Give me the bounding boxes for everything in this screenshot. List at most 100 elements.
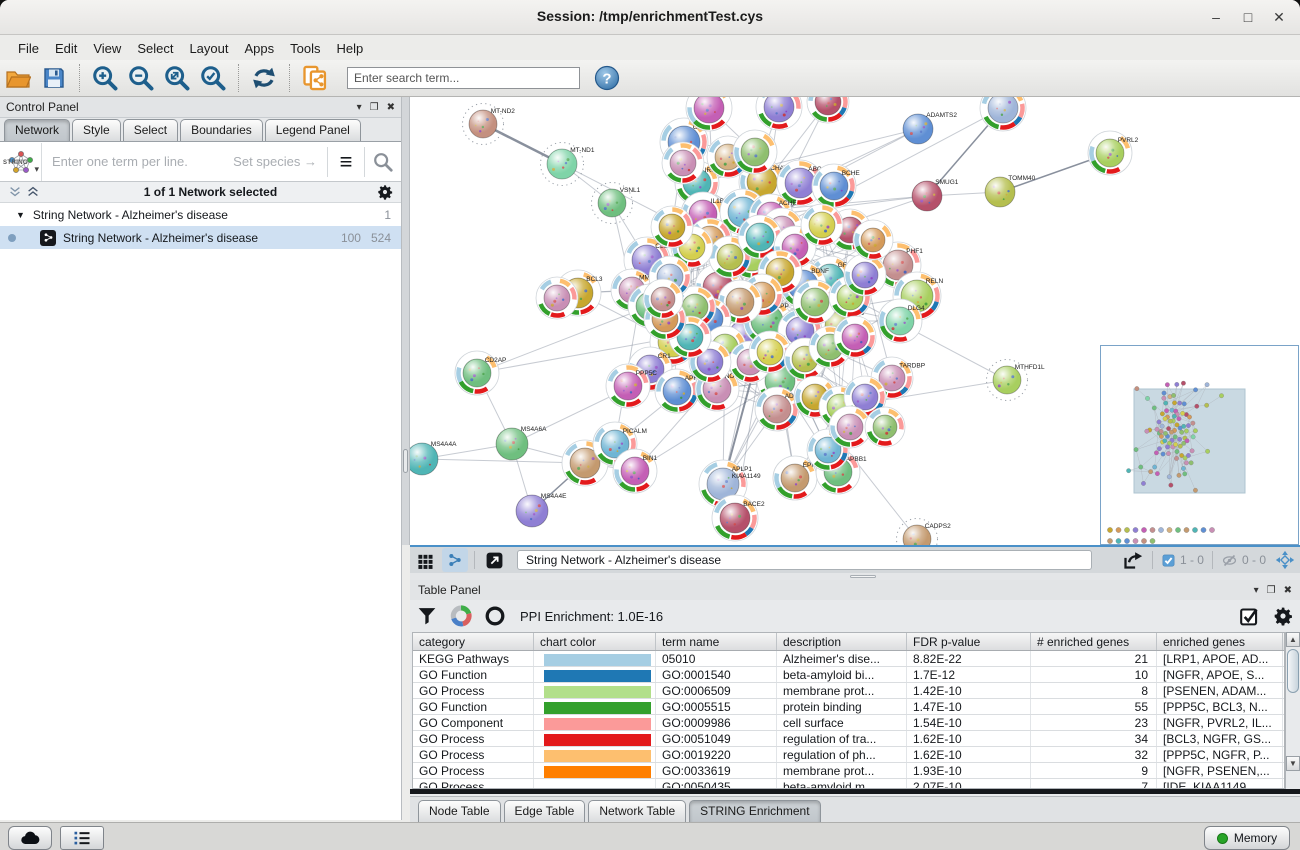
table-scrollbar[interactable]: ▲ ▼ bbox=[1285, 632, 1300, 789]
network-node-bin1[interactable]: BIN1 bbox=[613, 449, 658, 493]
birdseye-overview-panel[interactable] bbox=[1100, 345, 1299, 545]
scroll-up-button[interactable]: ▲ bbox=[1286, 632, 1300, 647]
menu-view[interactable]: View bbox=[85, 39, 129, 58]
memory-button[interactable]: Memory bbox=[1204, 826, 1290, 850]
table-row[interactable]: GO ProcessGO:0033619membrane prot...1.93… bbox=[413, 763, 1284, 779]
network-node[interactable] bbox=[643, 279, 683, 319]
close-button[interactable]: ✕ bbox=[1267, 7, 1291, 27]
panel-close-icon[interactable]: ✖ bbox=[1284, 585, 1292, 596]
network-node-mt-nd2[interactable]: MT-ND2 bbox=[463, 104, 516, 145]
network-node-tomm40[interactable]: TOMM40 bbox=[985, 175, 1036, 207]
draw-charts-button[interactable] bbox=[444, 603, 478, 629]
refresh-button[interactable] bbox=[249, 63, 279, 93]
tab-edge-table[interactable]: Edge Table bbox=[504, 800, 586, 822]
table-row[interactable]: GO FunctionGO:0005515protein binding1.47… bbox=[413, 699, 1284, 715]
save-session-button[interactable] bbox=[39, 63, 69, 93]
open-session-button[interactable] bbox=[3, 63, 33, 93]
network-node-vsnl1[interactable]: VSNL1 bbox=[592, 183, 641, 224]
column-header-chart-color[interactable]: chart color bbox=[534, 633, 656, 650]
network-node-ms4a4e[interactable]: MS4A4E bbox=[516, 493, 567, 527]
reset-charts-button[interactable] bbox=[478, 603, 512, 629]
task-history-button[interactable] bbox=[60, 826, 104, 850]
panel-float-icon[interactable]: ❐ bbox=[1267, 585, 1276, 596]
network-node[interactable] bbox=[834, 316, 876, 358]
settings-gear-icon[interactable] bbox=[1266, 603, 1300, 629]
table-row[interactable]: GO ProcessGO:0019220regulation of ph...1… bbox=[413, 747, 1284, 763]
species-selector-hint[interactable]: Set species → bbox=[233, 154, 327, 169]
string-protein-query-selector[interactable]: STRING ▾ bbox=[0, 143, 42, 181]
network-node[interactable] bbox=[733, 130, 777, 174]
cloud-button[interactable] bbox=[8, 826, 52, 850]
scroll-down-button[interactable]: ▼ bbox=[1286, 756, 1300, 771]
tab-style[interactable]: Style bbox=[72, 119, 121, 141]
splitter-handle[interactable] bbox=[850, 575, 876, 578]
network-row-selected[interactable]: String Network - Alzheimer's disease 100… bbox=[0, 226, 401, 249]
network-node[interactable] bbox=[844, 254, 886, 296]
tab-boundaries[interactable]: Boundaries bbox=[180, 119, 263, 141]
network-node-cadps2[interactable]: CADPS2 bbox=[897, 519, 952, 546]
zoom-in-button[interactable] bbox=[90, 63, 120, 93]
network-node[interactable] bbox=[651, 206, 693, 248]
birdseye-viewport[interactable] bbox=[1134, 389, 1245, 493]
network-node-ppp5c[interactable]: PPP5C bbox=[606, 364, 657, 408]
network-node[interactable] bbox=[749, 331, 791, 373]
splitter-handle[interactable] bbox=[403, 449, 408, 473]
network-node-adamts2[interactable]: ADAMTS2 bbox=[903, 112, 957, 144]
network-node-ms4a4a[interactable]: MS4A4A bbox=[410, 441, 457, 475]
maximize-button[interactable]: □ bbox=[1236, 7, 1260, 27]
horizontal-splitter[interactable] bbox=[410, 573, 1300, 580]
menu-layout[interactable]: Layout bbox=[181, 39, 236, 58]
tab-network[interactable]: Network bbox=[4, 119, 70, 141]
column-header--enriched-genes[interactable]: # enriched genes bbox=[1031, 633, 1157, 650]
expand-all-icon[interactable] bbox=[26, 185, 40, 199]
zoom-fit-button[interactable] bbox=[162, 63, 192, 93]
column-header-enriched-genes[interactable]: enriched genes bbox=[1157, 633, 1283, 650]
help-icon[interactable] bbox=[592, 63, 622, 93]
network-node[interactable] bbox=[807, 97, 849, 123]
select-all-button[interactable] bbox=[1232, 603, 1266, 629]
string-options-button[interactable]: ≡ bbox=[328, 152, 364, 172]
share-view-button[interactable] bbox=[442, 548, 468, 572]
table-row[interactable]: KEGG Pathways05010Alzheimer's dise...8.8… bbox=[413, 651, 1284, 667]
panel-close-icon[interactable]: ✖ bbox=[387, 102, 395, 113]
network-options-gear-icon[interactable] bbox=[377, 184, 393, 200]
collapse-triangle-icon[interactable]: ▼ bbox=[16, 210, 25, 220]
tab-node-table[interactable]: Node Table bbox=[418, 800, 501, 822]
menu-tools[interactable]: Tools bbox=[282, 39, 328, 58]
tab-string-enrichment[interactable]: STRING Enrichment bbox=[689, 800, 820, 822]
zoom-selected-button[interactable] bbox=[198, 63, 228, 93]
network-node-bace2[interactable]: BACE2 bbox=[712, 495, 765, 541]
filter-button[interactable] bbox=[410, 603, 444, 629]
table-row[interactable]: GO ProcessGO:0050435beta-amyloid m...2.0… bbox=[413, 779, 1284, 789]
network-node-ms4a6a[interactable]: MS4A6A bbox=[496, 426, 547, 460]
panel-menu-icon[interactable]: ▾ bbox=[1254, 585, 1259, 596]
menu-file[interactable]: File bbox=[10, 39, 47, 58]
network-node-mt-nd1[interactable]: MT-ND1 bbox=[541, 143, 595, 186]
collapse-all-icon[interactable] bbox=[8, 185, 22, 199]
table-row[interactable]: GO ComponentGO:0009986cell surface1.54E-… bbox=[413, 715, 1284, 731]
menu-apps[interactable]: Apps bbox=[237, 39, 283, 58]
scroll-thumb[interactable] bbox=[1287, 649, 1299, 693]
zoom-out-button[interactable] bbox=[126, 63, 156, 93]
table-row[interactable]: GO FunctionGO:0001540beta-amyloid bi...1… bbox=[413, 667, 1284, 683]
menu-select[interactable]: Select bbox=[129, 39, 181, 58]
network-node[interactable] bbox=[801, 204, 843, 246]
network-node[interactable] bbox=[536, 277, 578, 319]
column-header-term-name[interactable]: term name bbox=[656, 633, 777, 650]
network-node-pvrl2[interactable]: PVRL2 bbox=[1088, 131, 1139, 175]
panel-splitter[interactable] bbox=[402, 97, 410, 545]
tab-select[interactable]: Select bbox=[123, 119, 178, 141]
birdseye-toggle-button[interactable] bbox=[481, 548, 507, 572]
panel-menu-icon[interactable]: ▾ bbox=[357, 102, 362, 113]
network-collection-row[interactable]: ▼ String Network - Alzheimer's disease 1 bbox=[0, 203, 401, 226]
string-search-button[interactable] bbox=[365, 151, 401, 173]
network-node[interactable] bbox=[865, 407, 905, 447]
menu-help[interactable]: Help bbox=[329, 39, 372, 58]
tab-legend-panel[interactable]: Legend Panel bbox=[265, 119, 361, 141]
table-row[interactable]: GO ProcessGO:0051049regulation of tra...… bbox=[413, 731, 1284, 747]
network-node-bche[interactable]: BCHE bbox=[812, 164, 860, 208]
menu-edit[interactable]: Edit bbox=[47, 39, 85, 58]
copy-share-button[interactable] bbox=[300, 63, 330, 93]
export-network-button[interactable] bbox=[1120, 548, 1146, 572]
network-node[interactable] bbox=[662, 142, 704, 184]
